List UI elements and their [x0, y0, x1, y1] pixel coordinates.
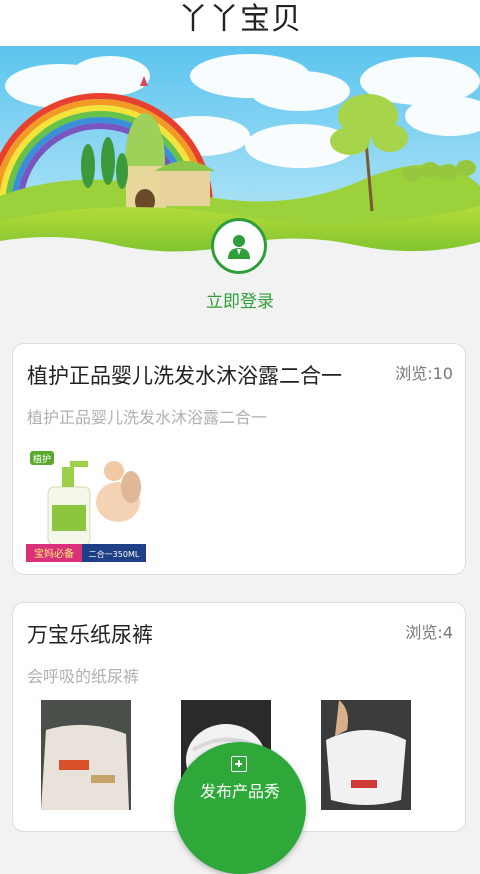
- product-title: 植护正品婴儿洗发水沐浴露二合一: [27, 364, 342, 388]
- product-title: 万宝乐纸尿裤: [27, 623, 153, 647]
- product-image[interactable]: [41, 700, 131, 810]
- login-link[interactable]: 立即登录: [0, 287, 480, 312]
- view-count: 浏览:4: [405, 623, 453, 642]
- product-description: 会呼吸的纸尿裤: [27, 667, 140, 686]
- app-title: 丫丫宝贝: [178, 2, 302, 37]
- image-brand-text: 植护: [33, 453, 51, 465]
- diaper-hand-photo: [321, 700, 411, 810]
- baby-wash-product-image: 植护 宝妈必备 二合一350ML: [26, 447, 146, 562]
- login-avatar-button[interactable]: [211, 218, 267, 274]
- publish-button-label: 发布产品秀: [199, 782, 280, 801]
- product-image[interactable]: [321, 700, 411, 810]
- view-count: 浏览:10: [395, 364, 453, 383]
- image-tag-text: 宝妈必备: [34, 547, 74, 560]
- diaper-package-photo: [41, 700, 131, 810]
- app-header: 丫丫宝贝: [0, 0, 480, 47]
- product-description: 植护正品婴儿洗发水沐浴露二合一: [27, 408, 268, 427]
- plus-square-icon: [231, 756, 247, 772]
- user-icon: [228, 235, 250, 259]
- product-image[interactable]: 植护 宝妈必备 二合一350ML: [26, 447, 146, 562]
- publish-product-show-button[interactable]: 发布产品秀: [174, 742, 306, 874]
- product-card[interactable]: 植护正品婴儿洗发水沐浴露二合一 浏览:10 植护正品婴儿洗发水沐浴露二合一 植护…: [12, 343, 466, 575]
- image-spec-text: 二合一350ML: [89, 549, 140, 559]
